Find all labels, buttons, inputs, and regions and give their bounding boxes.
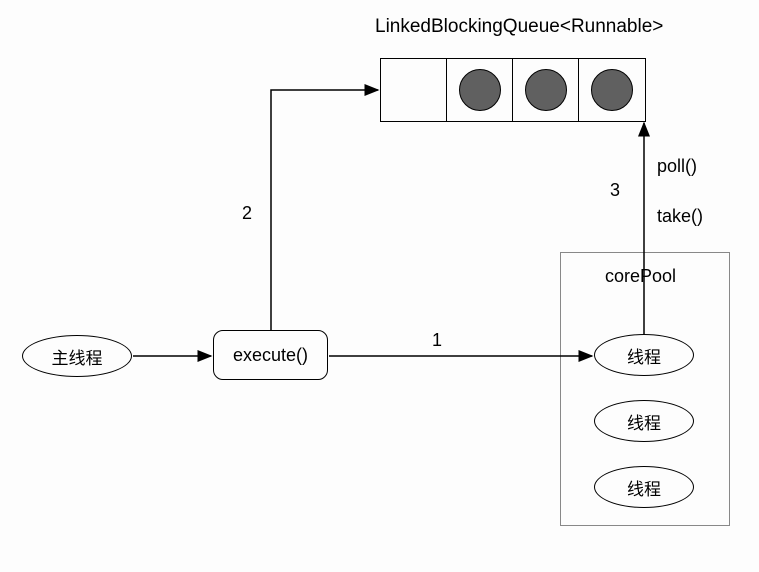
corepool-title: corePool <box>605 266 676 287</box>
queue-cell-2 <box>513 59 579 121</box>
queue-cell-0 <box>381 59 447 121</box>
task-dot <box>591 69 633 111</box>
thread-label-3: 线程 <box>627 475 661 500</box>
edge-label-3: 3 <box>610 180 620 201</box>
execute-label: execute() <box>233 345 308 366</box>
execute-node: execute() <box>213 330 328 380</box>
edge-label-1: 1 <box>432 330 442 351</box>
take-label: take() <box>657 206 703 227</box>
thread-node-1: 线程 <box>594 334 694 376</box>
queue-title: LinkedBlockingQueue<Runnable> <box>375 16 663 38</box>
thread-node-2: 线程 <box>594 400 694 442</box>
task-dot <box>459 69 501 111</box>
queue-cell-3 <box>579 59 645 121</box>
queue-cell-1 <box>447 59 513 121</box>
thread-node-3: 线程 <box>594 466 694 508</box>
task-dot <box>525 69 567 111</box>
thread-label-2: 线程 <box>627 409 661 434</box>
main-thread-label: 主线程 <box>52 344 103 369</box>
edge-label-2: 2 <box>242 203 252 224</box>
queue-box <box>380 58 646 122</box>
thread-label-1: 线程 <box>627 343 661 368</box>
main-thread-node: 主线程 <box>22 335 132 377</box>
arrow-execute-to-queue <box>271 90 378 330</box>
poll-label: poll() <box>657 156 697 177</box>
